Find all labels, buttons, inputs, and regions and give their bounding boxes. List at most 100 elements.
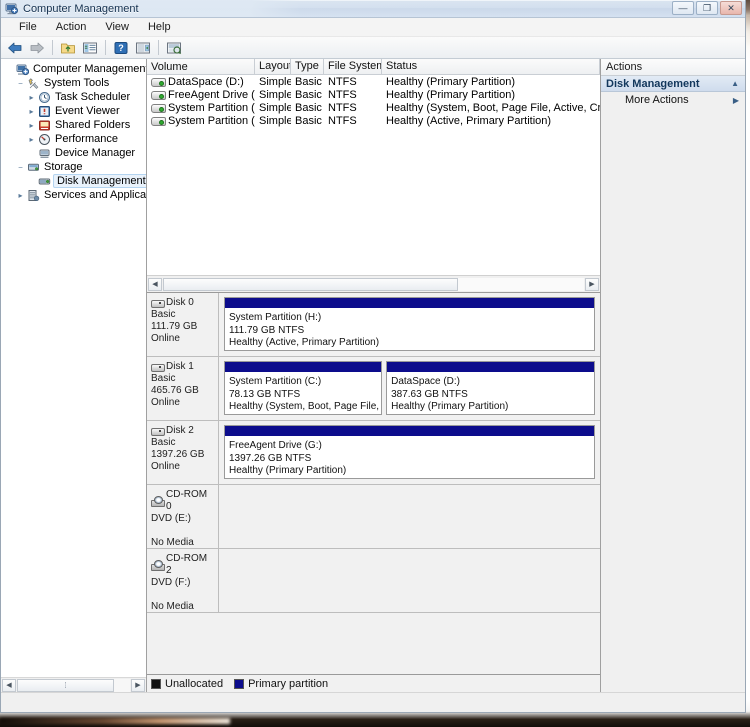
tree-root-computer-management[interactable]: Computer Management (Local): [4, 62, 146, 76]
sidebar-item-shared-folders[interactable]: ▸ Shared Folders: [4, 118, 146, 132]
close-button[interactable]: ✕: [720, 1, 742, 15]
column-header-type[interactable]: Type: [291, 59, 324, 74]
disk-info[interactable]: Disk 1 Basic 465.76 GB Online: [147, 357, 219, 420]
maximize-button[interactable]: ❐: [696, 1, 718, 15]
scroll-right-arrow[interactable]: ▶: [131, 678, 145, 692]
title-bar[interactable]: Computer Management — ❐ ✕: [1, 0, 745, 18]
disk-row[interactable]: CD-ROM 2 DVD (F:) No Media: [147, 549, 600, 613]
column-header-status[interactable]: Status: [382, 59, 600, 74]
column-header-file-system[interactable]: File System: [324, 59, 382, 74]
disk-partitions[interactable]: System Partition (H:) 111.79 GB NTFS Hea…: [219, 293, 600, 356]
menu-action[interactable]: Action: [48, 19, 95, 35]
chevron-right-icon[interactable]: ▸: [26, 93, 37, 102]
sidebar-item-event-viewer[interactable]: ▸ Event Viewer: [4, 104, 146, 118]
disk-info[interactable]: Disk 2 Basic 1397.26 GB Online: [147, 421, 219, 484]
sidebar-item-system-tools[interactable]: − System Tools: [4, 76, 146, 90]
scroll-thumb[interactable]: [17, 678, 115, 692]
chevron-right-icon[interactable]: ▸: [15, 191, 26, 200]
volume-list[interactable]: Volume Layout Type File System Status Da…: [147, 59, 600, 275]
help-button[interactable]: ?: [111, 38, 131, 57]
status-cell: Healthy (System, Boot, Page File, Active…: [386, 101, 600, 114]
scroll-left-arrow[interactable]: ◀: [2, 678, 16, 692]
partition-block[interactable]: DataSpace (D:) 387.63 GB NTFS Healthy (P…: [386, 361, 595, 415]
properties-button[interactable]: [133, 38, 153, 57]
table-row[interactable]: System Partition (H:) Simple Basic NTFS …: [147, 114, 600, 127]
sidebar-item-storage[interactable]: − Storage: [4, 160, 146, 174]
filesystem-cell: NTFS: [328, 114, 357, 127]
scroll-thumb[interactable]: [163, 277, 458, 291]
menu-help[interactable]: Help: [140, 19, 179, 35]
show-hide-tree-button[interactable]: [80, 38, 100, 57]
sidebar-item-disk-management[interactable]: Disk Management: [4, 174, 146, 188]
partition-block[interactable]: System Partition (H:) 111.79 GB NTFS Hea…: [224, 297, 595, 351]
chevron-right-icon[interactable]: ▶: [733, 96, 739, 105]
disk-row[interactable]: Disk 1 Basic 465.76 GB Online System Par…: [147, 357, 600, 421]
unallocated-swatch-icon: [151, 678, 161, 689]
drive-icon: [151, 116, 166, 126]
back-button[interactable]: [5, 38, 25, 57]
partition-block[interactable]: System Partition (C:) 78.13 GB NTFS Heal…: [224, 361, 383, 415]
disk-title: Disk 2: [151, 425, 215, 437]
column-header-volume[interactable]: Volume: [147, 59, 255, 74]
disk-state: No Media: [151, 537, 194, 548]
disk-info[interactable]: CD-ROM 2 DVD (F:) No Media: [147, 549, 219, 612]
sidebar-item-services-and-applications[interactable]: ▸ Services and Applications: [4, 188, 146, 202]
partition-block[interactable]: FreeAgent Drive (G:) 1397.26 GB NTFS Hea…: [224, 425, 595, 479]
no-media-area[interactable]: [218, 485, 600, 548]
disk-row[interactable]: Disk 0 Basic 111.79 GB Online System Par…: [147, 293, 600, 357]
table-row[interactable]: System Partition (C:) Simple Basic NTFS …: [147, 101, 600, 114]
disk-partitions[interactable]: FreeAgent Drive (G:) 1397.26 GB NTFS Hea…: [219, 421, 600, 484]
window-controls[interactable]: — ❐ ✕: [672, 1, 742, 15]
chevron-right-icon[interactable]: ▸: [26, 121, 37, 130]
chevron-right-icon[interactable]: ▸: [26, 135, 37, 144]
computer-management-window: Computer Management — ❐ ✕ File Action Vi…: [0, 0, 746, 713]
actions-group-disk-management[interactable]: Disk Management ▲: [601, 76, 745, 92]
volume-list-rows[interactable]: DataSpace (D:) Simple Basic NTFS Healthy…: [147, 75, 600, 275]
toolbar[interactable]: ?: [1, 37, 745, 59]
disk-row[interactable]: Disk 2 Basic 1397.26 GB Online FreeAgent…: [147, 421, 600, 485]
sidebar-item-task-scheduler[interactable]: ▸ Task Scheduler: [4, 90, 146, 104]
storage-icon: [26, 161, 40, 174]
sidebar-item-device-manager[interactable]: Device Manager: [4, 146, 146, 160]
chevron-up-icon[interactable]: ▲: [731, 79, 739, 88]
up-folder-button[interactable]: [58, 38, 78, 57]
disk-row[interactable]: CD-ROM 0 DVD (E:) No Media: [147, 485, 600, 549]
volume-list-header[interactable]: Volume Layout Type File System Status: [147, 59, 600, 75]
collapse-icon[interactable]: −: [15, 79, 26, 88]
scroll-right-arrow[interactable]: ▶: [585, 277, 599, 291]
status-bar: [1, 692, 745, 712]
layout-cell: Simple: [259, 88, 291, 101]
collapse-icon[interactable]: −: [15, 163, 26, 172]
minimize-button[interactable]: —: [672, 1, 694, 15]
no-media-area[interactable]: [218, 549, 600, 612]
status-cell: Healthy (Active, Primary Partition): [386, 114, 552, 127]
menu-file[interactable]: File: [11, 19, 45, 35]
table-row[interactable]: FreeAgent Drive (G:) Simple Basic NTFS H…: [147, 88, 600, 101]
graphical-disk-view[interactable]: Disk 0 Basic 111.79 GB Online System Par…: [147, 292, 600, 692]
disk-partitions[interactable]: System Partition (C:) 78.13 GB NTFS Heal…: [219, 357, 600, 420]
console-tree[interactable]: Computer Management (Local) − System Too…: [1, 59, 146, 677]
tree-horizontal-scrollbar[interactable]: ◀ ▶: [1, 677, 146, 692]
table-row[interactable]: DataSpace (D:) Simple Basic NTFS Healthy…: [147, 75, 600, 88]
toolbar-separator: [52, 40, 53, 55]
disk-info[interactable]: CD-ROM 0 DVD (E:) No Media: [147, 485, 219, 548]
toolbar-separator: [158, 40, 159, 55]
scroll-track[interactable]: [163, 277, 584, 291]
menu-bar[interactable]: File Action View Help: [1, 18, 745, 37]
volume-cell: System Partition (H:): [147, 115, 255, 127]
scroll-track[interactable]: [17, 678, 130, 692]
sidebar-item-performance[interactable]: ▸ Performance: [4, 132, 146, 146]
disk-info[interactable]: Disk 0 Basic 111.79 GB Online: [147, 293, 219, 356]
rescan-disks-button[interactable]: [164, 38, 184, 57]
partition-status: Healthy (System, Boot, Page File, Active: [229, 401, 381, 413]
scroll-left-arrow[interactable]: ◀: [148, 277, 162, 291]
column-header-layout[interactable]: Layout: [255, 59, 291, 74]
menu-view[interactable]: View: [97, 19, 137, 35]
disk-title: Disk 0: [151, 297, 215, 309]
chevron-right-icon[interactable]: ▸: [26, 107, 37, 116]
volume-list-horizontal-scrollbar[interactable]: ◀ ▶: [147, 275, 600, 292]
action-item-more-actions[interactable]: More Actions ▶: [601, 92, 745, 108]
sidebar-item-label: System Tools: [44, 77, 110, 89]
partition-color-bar: [387, 362, 594, 373]
forward-button[interactable]: [27, 38, 47, 57]
